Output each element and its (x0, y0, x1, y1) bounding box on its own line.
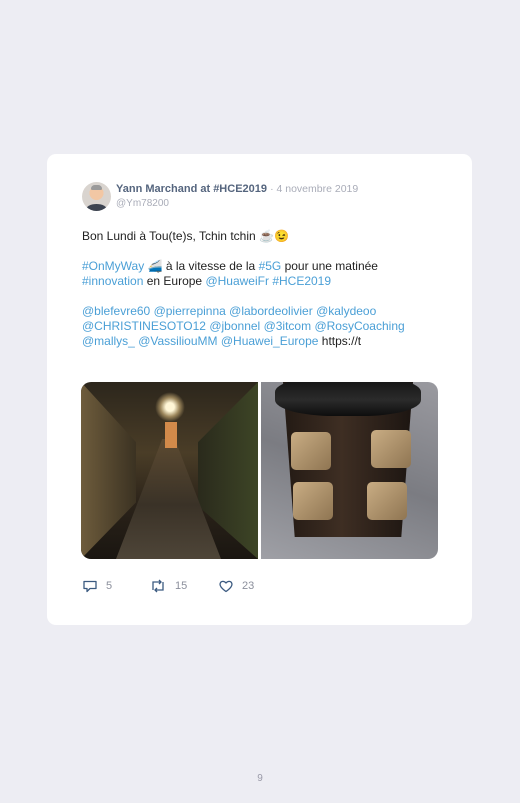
mention-link[interactable]: @RosyCoaching (314, 319, 404, 333)
tweet-text: Bon Lundi à Tou(te)s, Tchin tchin ☕😉 #On… (82, 229, 442, 349)
text-segment: en Europe (143, 274, 206, 288)
page-number: 9 (257, 773, 263, 784)
text-segment: pour une matinée (281, 259, 378, 273)
retweet-button[interactable]: 15 (149, 578, 187, 594)
hashtag-link[interactable]: #HCE2019 (272, 274, 331, 288)
tweet-paragraph-3: @blefevre60 @pierrepinna @labordeolivier… (82, 304, 442, 349)
tweet-date[interactable]: · 4 novembre 2019 (270, 183, 358, 195)
like-count: 23 (242, 580, 255, 592)
reply-button[interactable]: 5 (82, 578, 112, 594)
mention-link[interactable]: @jbonnel (209, 319, 260, 333)
alley-photo[interactable] (81, 382, 258, 559)
hashtag-link[interactable]: #5G (259, 259, 282, 273)
text-segment: https://t (318, 334, 362, 348)
mention-link[interactable]: @blefevre60 (82, 304, 150, 318)
author-name[interactable]: Yann Marchand at #HCE2019 (116, 183, 267, 195)
reply-icon (83, 580, 97, 593)
hashtag-link[interactable]: #OnMyWay (82, 259, 144, 273)
mention-link[interactable]: @Huawei_Europe (221, 334, 319, 348)
mention-link[interactable]: @mallys_ (82, 334, 135, 348)
heart-icon (219, 580, 233, 593)
coffee-cup-photo[interactable] (261, 382, 438, 559)
reply-count: 5 (106, 580, 113, 592)
mention-link[interactable]: @CHRISTINESOTO12 (82, 319, 206, 333)
mention-link[interactable]: @VassiliouMM (138, 334, 217, 348)
tweet-paragraph-2: #OnMyWay 🚄 à la vitesse de la #5G pour u… (82, 259, 442, 289)
tweet-line-1: Bon Lundi à Tou(te)s, Tchin tchin ☕😉 (82, 229, 289, 243)
avatar[interactable] (82, 182, 111, 211)
tweet-media[interactable] (81, 382, 438, 559)
text-segment: 🚄 à la vitesse de la (144, 259, 259, 273)
retweet-count: 15 (175, 580, 188, 592)
mention-link[interactable]: @kalydeoo (316, 304, 376, 318)
mention-link[interactable]: @3itcom (264, 319, 312, 333)
author-handle[interactable]: @Ym78200 (116, 198, 169, 210)
retweet-icon (152, 579, 164, 593)
mention-link[interactable]: @HuaweiFr (205, 274, 269, 288)
name-row: Yann Marchand at #HCE2019 · 4 novembre 2… (116, 183, 358, 196)
tweet-card: Yann Marchand at #HCE2019 · 4 novembre 2… (47, 154, 472, 625)
hashtag-link[interactable]: #innovation (82, 274, 143, 288)
mention-link[interactable]: @labordeolivier (229, 304, 313, 318)
mention-link[interactable]: @pierrepinna (154, 304, 226, 318)
like-button[interactable]: 23 (218, 578, 254, 594)
